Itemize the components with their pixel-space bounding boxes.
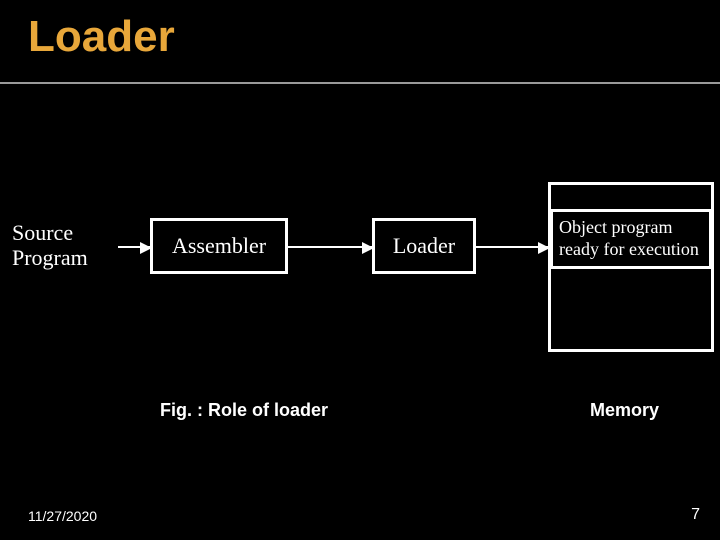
memory-label: Memory (590, 400, 659, 421)
arrow-icon (118, 246, 150, 248)
diagram: Source Program Assembler Loader Object p… (0, 200, 720, 320)
footer-date: 11/27/2020 (28, 508, 97, 524)
title-divider (0, 82, 720, 84)
assembler-box: Assembler (150, 218, 288, 274)
title-area: Loader (0, 0, 720, 100)
assembler-label: Assembler (172, 233, 266, 259)
loader-label: Loader (393, 233, 455, 259)
source-program-label: Source Program (12, 220, 120, 271)
arrow-icon (288, 246, 372, 248)
figure-caption: Fig. : Role of loader (160, 400, 328, 421)
memory-slot: Object program ready for execution (550, 209, 712, 269)
arrow-icon (476, 246, 548, 248)
slide: Loader Source Program Assembler Loader O… (0, 0, 720, 540)
memory-content-label: Object program ready for execution (559, 217, 703, 260)
page-number: 7 (691, 506, 700, 524)
loader-box: Loader (372, 218, 476, 274)
page-title: Loader (28, 12, 175, 62)
memory-box: Object program ready for execution (548, 182, 714, 352)
